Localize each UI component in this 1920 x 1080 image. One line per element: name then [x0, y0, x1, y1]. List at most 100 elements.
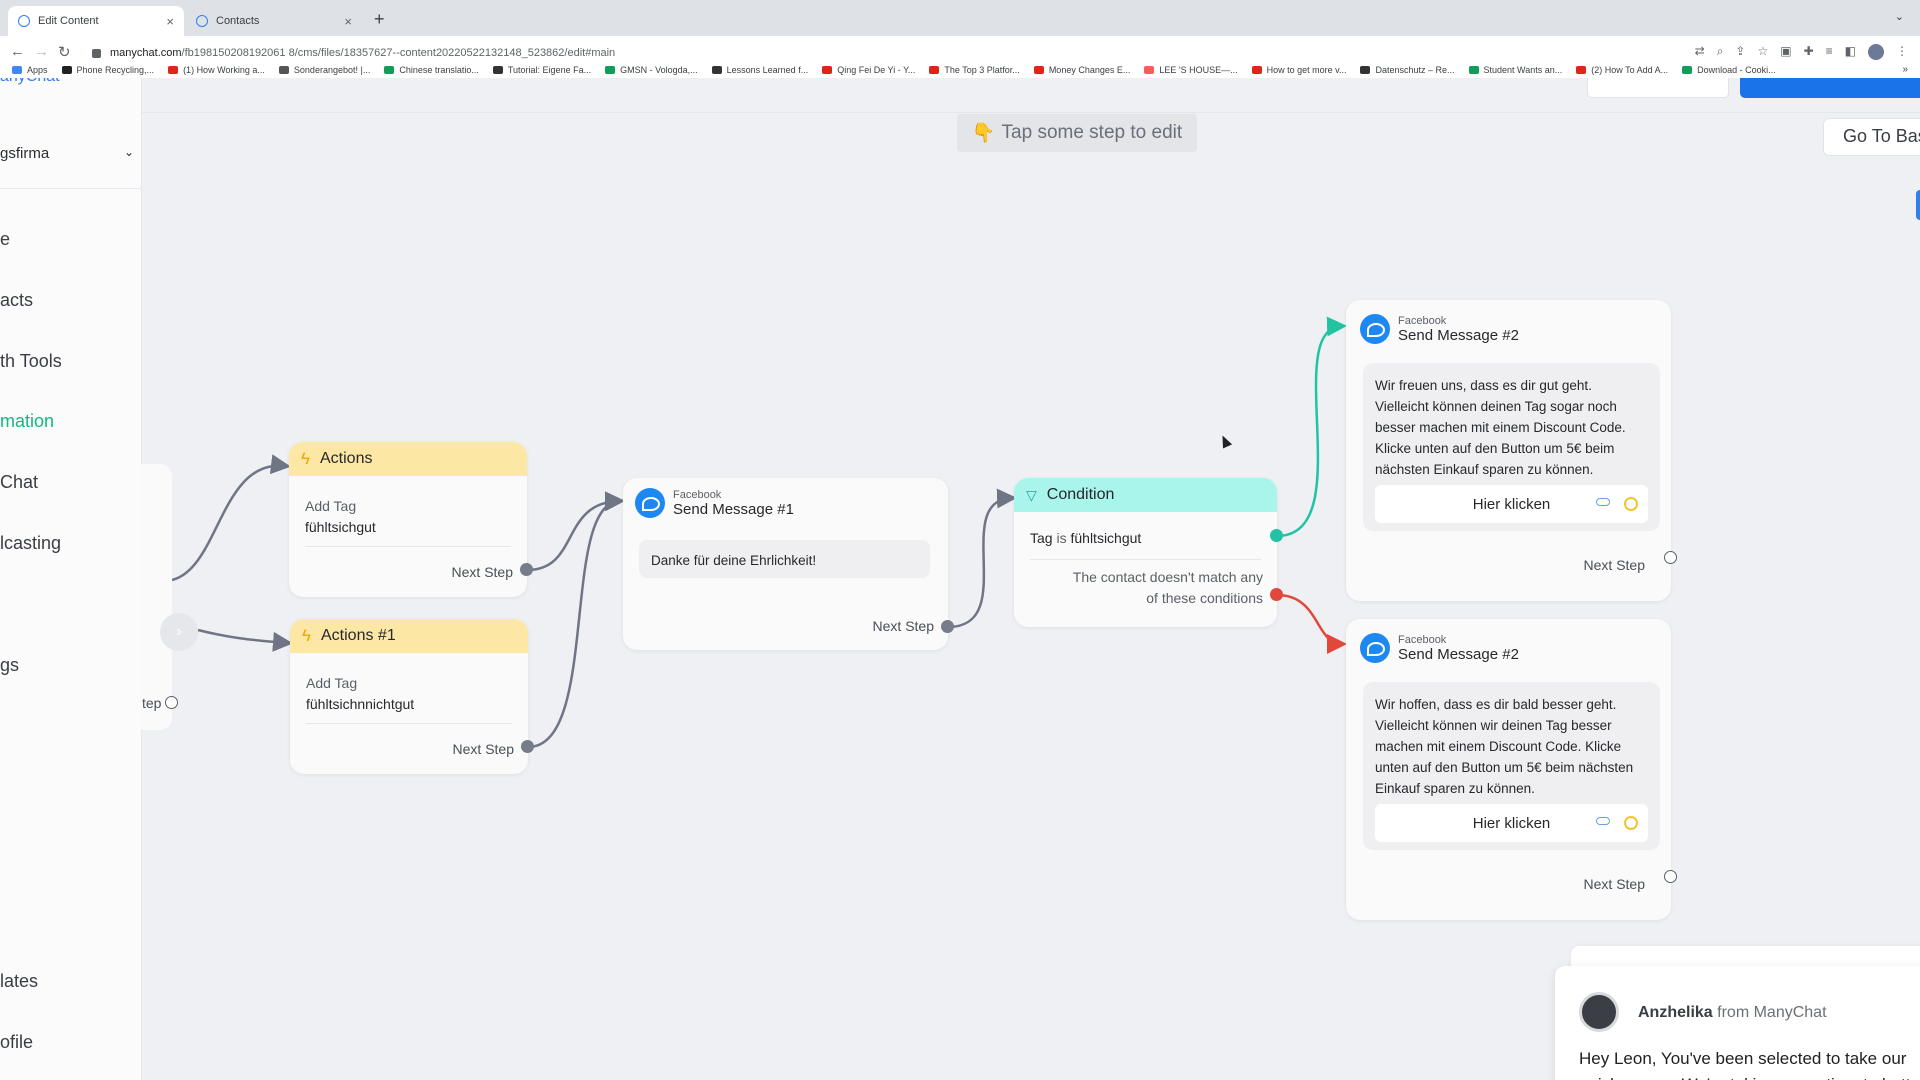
next-step-label: Next Step — [452, 741, 514, 757]
bookmark-favicon-icon — [605, 66, 616, 74]
bookmark-item[interactable]: LEE 'S HOUSE—... — [1144, 65, 1238, 75]
fallback-line-1: The contact doesn't match any — [1072, 569, 1263, 585]
start-node-stub[interactable] — [140, 464, 172, 730]
send-message-2b-node[interactable]: Facebook Send Message #2 Wir hoffen, das… — [1346, 619, 1671, 920]
bookmark-favicon-icon — [1144, 66, 1155, 74]
bookmark-item[interactable]: (1) How Working a... — [168, 65, 265, 75]
lightning-icon: ϟ — [301, 449, 310, 468]
translate-icon[interactable]: ⇄ — [1695, 44, 1705, 60]
bookmark-label: The Top 3 Platfor... — [944, 65, 1020, 75]
star-icon[interactable]: ☆ — [1757, 44, 1768, 60]
condition-node-header: ▽ Condition — [1014, 478, 1277, 512]
tab-label: Contacts — [216, 15, 260, 27]
message-line: Einkauf sparen zu können. — [1375, 781, 1535, 796]
stub-next-step-port[interactable] — [165, 696, 178, 709]
bookmark-item[interactable]: Sonderangebot! |... — [278, 65, 370, 75]
tab-search-chevron-icon[interactable]: ⌄ — [1895, 10, 1904, 23]
kebab-menu-icon[interactable]: ⋮ — [1896, 44, 1908, 60]
message-line: machen mit einem Discount Code. Klicke — [1375, 739, 1622, 754]
messenger-icon — [635, 488, 665, 518]
actions-node-title: Actions — [320, 450, 373, 467]
actions1-next-step-port[interactable] — [521, 740, 534, 753]
reading-list-icon[interactable]: ≡ — [1826, 44, 1833, 60]
chat-line: quick survey. We're taking some time to … — [1579, 1072, 1920, 1080]
divider — [1030, 559, 1261, 560]
button-port-icon[interactable] — [1624, 497, 1638, 511]
send-message-1-next-step-port[interactable] — [941, 620, 954, 633]
bookmark-favicon-icon — [822, 66, 833, 74]
hier-klicken-button[interactable]: Hier klicken — [1375, 804, 1648, 842]
browser-tab-bar: Edit Content × Contacts × + ⌄ — [0, 0, 1920, 36]
puzzle-icon[interactable]: ✚ — [1804, 44, 1814, 60]
send-message-2b-next-step-port[interactable] — [1664, 870, 1677, 883]
bookmark-item[interactable]: (2) How To Add A... — [1576, 65, 1668, 75]
message-line: nächsten Einkauf sparen zu können. — [1375, 462, 1594, 477]
bookmark-item[interactable]: Money Changes E... — [1033, 65, 1130, 75]
button-port-icon[interactable] — [1624, 816, 1638, 830]
bookmark-item[interactable]: How to get more v... — [1251, 65, 1346, 75]
bookmark-item[interactable]: Phone Recycling,... — [61, 65, 154, 75]
sender-name: Anzhelika — [1638, 1004, 1713, 1021]
bookmark-item[interactable]: Chinese translatio... — [384, 65, 479, 75]
bookmark-item[interactable]: Lessons Learned f... — [711, 65, 809, 75]
actions-next-step-port[interactable] — [520, 563, 533, 576]
condition-rule: Tag is fühltsichgut — [1030, 530, 1141, 546]
actions1-node[interactable]: ϟ Actions #1 Add Tag fühltsichnnichtgut … — [290, 619, 528, 774]
bookmarks-bar: Apps Phone Recycling,... (1) How Working a… — [0, 62, 1920, 78]
zoom-icon[interactable]: ⌕ — [1717, 44, 1724, 60]
message-bubble: Danke für deine Ehrlichkeit! — [639, 540, 930, 578]
bookmark-item[interactable]: GMSN - Vologda,... — [605, 65, 698, 75]
hier-klicken-button[interactable]: Hier klicken — [1375, 485, 1648, 523]
bookmark-item[interactable]: The Top 3 Platfor... — [929, 65, 1020, 75]
divider — [305, 546, 511, 547]
bookmark-label: Lessons Learned f... — [726, 65, 809, 75]
message-line: besser machen mit einem Discount Code. — [1375, 420, 1626, 435]
condition-field: Tag — [1030, 530, 1053, 546]
chat-popup[interactable]: Anzhelika from ManyChat Hey Leon, You've… — [1555, 966, 1920, 1080]
bookmark-item[interactable]: Qing Fei De Yi - Y... — [822, 65, 915, 75]
action-label: Add Tag — [305, 498, 357, 514]
new-tab-button[interactable]: + — [374, 9, 385, 30]
share-icon[interactable]: ⇪ — [1735, 44, 1745, 60]
reload-icon[interactable]: ↻ — [58, 43, 71, 61]
condition-true-port[interactable] — [1270, 529, 1283, 542]
extension-f-icon[interactable]: ▣ — [1780, 44, 1791, 60]
back-arrow-icon[interactable]: ← — [10, 43, 25, 60]
send-message-1-node[interactable]: Facebook Send Message #1 Danke für deine… — [623, 478, 948, 650]
bookmark-label: (1) How Working a... — [183, 65, 265, 75]
bookmark-item[interactable]: Apps — [12, 65, 48, 75]
condition-fallback-text: The contact doesn't match any of these c… — [1073, 567, 1263, 609]
condition-node[interactable]: ▽ Condition Tag is fühltsichgut The cont… — [1014, 478, 1277, 627]
bookmarks-overflow-button[interactable]: » — [1902, 64, 1908, 75]
profile-avatar[interactable] — [1868, 44, 1884, 60]
messenger-icon — [1360, 314, 1390, 344]
bookmark-favicon-icon — [1360, 66, 1371, 74]
tab-contacts[interactable]: Contacts × — [186, 6, 362, 36]
chevron-right-icon[interactable]: › — [160, 613, 198, 651]
bookmark-item[interactable]: Student Wants an... — [1468, 65, 1562, 75]
send-message-1-title: Send Message #1 — [673, 500, 794, 518]
condition-false-port[interactable] — [1270, 588, 1283, 601]
bookmark-favicon-icon — [278, 66, 289, 74]
link-icon — [1596, 498, 1610, 506]
send-message-2a-next-step-port[interactable] — [1664, 551, 1677, 564]
send-message-2a-node[interactable]: Facebook Send Message #2 Wir freuen uns,… — [1346, 300, 1671, 601]
bookmark-item[interactable]: Tutorial: Eigene Fa... — [492, 65, 592, 75]
sidepanel-icon[interactable]: ◧ — [1845, 44, 1856, 60]
send-message-2b-header: Facebook Send Message #2 — [1360, 633, 1519, 663]
forward-arrow-icon[interactable]: → — [34, 43, 49, 60]
actions-node-header: ϟ Actions — [289, 442, 527, 476]
send-message-2a-header: Facebook Send Message #2 — [1360, 314, 1519, 344]
send-message-2b-title: Send Message #2 — [1398, 645, 1519, 663]
close-icon[interactable]: × — [344, 14, 352, 29]
bookmark-item[interactable]: Datenschutz – Re... — [1360, 65, 1455, 75]
bookmark-label: Tutorial: Eigene Fa... — [507, 65, 592, 75]
bookmark-favicon-icon — [1682, 66, 1693, 74]
next-step-label: Next Step — [451, 564, 513, 580]
bookmark-favicon-icon — [1251, 66, 1262, 74]
tab-edit-content[interactable]: Edit Content × — [8, 6, 184, 36]
close-icon[interactable]: × — [166, 14, 174, 29]
bookmark-item[interactable]: Download - Cooki... — [1682, 65, 1776, 75]
url-host: manychat.com — [110, 47, 182, 59]
actions-node[interactable]: ϟ Actions Add Tag fühltsichgut Next Step — [289, 442, 527, 597]
